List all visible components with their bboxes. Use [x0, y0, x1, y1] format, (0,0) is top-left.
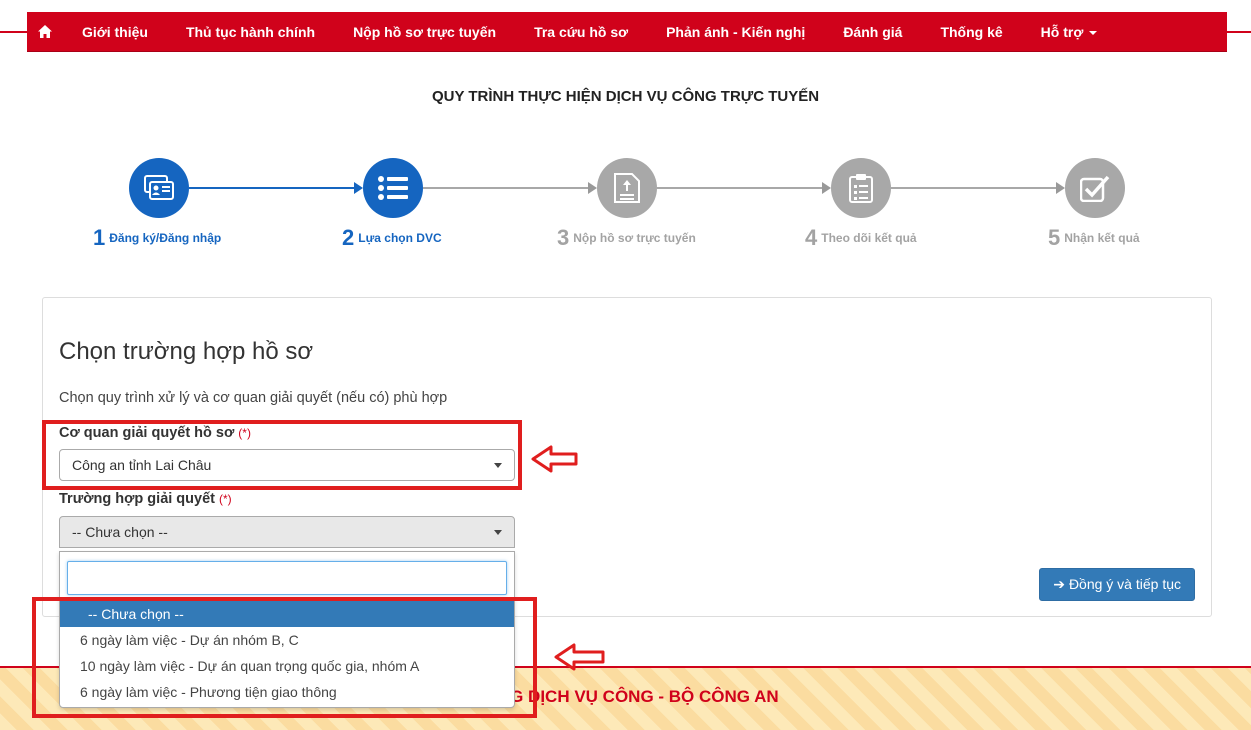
case-label-text: Trường hợp giải quyết: [59, 491, 215, 507]
step-3-label: 3 Nộp hồ sơ trực tuyến: [557, 225, 696, 251]
agency-select[interactable]: Công an tỉnh Lai Châu: [59, 449, 515, 481]
required-mark: (*): [218, 492, 232, 506]
dropdown-arrow-icon: [494, 463, 502, 468]
nav-tra-cuu-ho-so[interactable]: Tra cứu hồ sơ: [515, 12, 647, 52]
step-4-circle: [831, 158, 891, 218]
step-connector-1: [189, 187, 355, 189]
upload-document-icon: [614, 173, 640, 203]
step-connector-4: [891, 187, 1057, 189]
nav-thu-tuc-hanh-chinh[interactable]: Thủ tục hành chính: [167, 12, 334, 52]
step-2-number: 2: [342, 225, 355, 250]
required-mark: (*): [238, 426, 251, 440]
agree-continue-button[interactable]: ➔ Đồng ý và tiếp tục: [1039, 568, 1195, 601]
nav-home[interactable]: [27, 25, 63, 38]
agree-continue-label: Đồng ý và tiếp tục: [1068, 576, 1181, 592]
dropdown-search-input[interactable]: [67, 561, 507, 595]
step-4-number: 4: [805, 225, 818, 250]
step-3-circle: [597, 158, 657, 218]
id-card-icon: [144, 175, 174, 200]
nav-ho-tro-label: Hỗ trợ: [1040, 23, 1084, 40]
check-square-icon: [1080, 175, 1110, 202]
case-label: Trường hợp giải quyết (*): [59, 491, 232, 507]
step-5-label: 5 Nhận kết quả: [1048, 225, 1140, 251]
panel-description: Chọn quy trình xử lý và cơ quan giải quy…: [59, 390, 448, 406]
nav-phan-anh-kien-nghi[interactable]: Phản ánh - Kiến nghị: [647, 12, 824, 52]
nav-danh-gia[interactable]: Đánh giá: [824, 12, 921, 52]
nav-ho-tro[interactable]: Hỗ trợ: [1022, 12, 1117, 52]
list-icon: [378, 176, 408, 200]
caret-down-icon: [1089, 30, 1098, 35]
step-2-circle: [363, 158, 423, 218]
step-connector-2: [423, 187, 589, 189]
step-2-label: 2 Lựa chọn DVC: [342, 225, 442, 251]
case-select-value: -- Chưa chọn --: [72, 524, 168, 540]
step-3-text: Nộp hồ sơ trực tuyến: [573, 231, 696, 245]
step-arrow-1: [354, 182, 363, 194]
clipboard-icon: [849, 174, 873, 203]
step-1-circle: [129, 158, 189, 218]
page-title: QUY TRÌNH THỰC HIỆN DỊCH VỤ CÔNG TRỰC TU…: [431, 88, 820, 105]
dropdown-option[interactable]: 10 ngày làm việc - Dự án quan trọng quốc…: [60, 653, 514, 679]
dropdown-arrow-icon: [494, 530, 502, 535]
nav-gioi-thieu[interactable]: Giới thiệu: [63, 12, 167, 52]
step-arrow-2: [588, 182, 597, 194]
step-1-text: Đăng ký/Đăng nhập: [109, 231, 222, 245]
agency-label: Cơ quan giải quyết hồ sơ (*): [59, 425, 251, 441]
step-5-circle: [1065, 158, 1125, 218]
step-3-number: 3: [557, 225, 570, 250]
agency-select-value: Công an tỉnh Lai Châu: [72, 457, 212, 473]
case-dropdown-menu: -- Chưa chọn -- 6 ngày làm việc - Dự án …: [59, 551, 515, 708]
main-navbar: Giới thiệu Thủ tục hành chính Nộp hồ sơ …: [27, 12, 1227, 52]
dropdown-option[interactable]: 6 ngày làm việc - Phương tiện giao thông: [60, 679, 514, 705]
step-connector-3: [657, 187, 823, 189]
step-1-number: 1: [93, 225, 106, 250]
step-4-text: Theo dõi kết quả: [821, 231, 917, 245]
step-1-label: 1 Đăng ký/Đăng nhập: [93, 225, 221, 251]
step-arrow-4: [1056, 182, 1065, 194]
case-select[interactable]: -- Chưa chọn --: [59, 516, 515, 548]
step-arrow-3: [822, 182, 831, 194]
step-5-text: Nhận kết quả: [1064, 231, 1140, 245]
agency-label-text: Cơ quan giải quyết hồ sơ: [59, 425, 235, 441]
process-steps: 1 Đăng ký/Đăng nhập 2 Lựa chọn DVC 3 Nộp hồ…: [0, 157, 1251, 257]
dropdown-option[interactable]: 6 ngày làm việc - Dự án nhóm B, C: [60, 627, 514, 653]
nav-thong-ke[interactable]: Thống kê: [921, 12, 1021, 52]
nav-nop-ho-so[interactable]: Nộp hồ sơ trực tuyến: [334, 12, 515, 52]
panel-heading: Chọn trường hợp hồ sơ: [59, 338, 314, 365]
arrow-right-icon: ➔: [1053, 576, 1065, 592]
step-4-label: 4 Theo dõi kết quả: [805, 225, 917, 251]
step-5-number: 5: [1048, 225, 1061, 250]
home-icon: [38, 25, 52, 38]
dropdown-option[interactable]: -- Chưa chọn --: [60, 601, 514, 627]
step-2-text: Lựa chọn DVC: [358, 231, 442, 245]
